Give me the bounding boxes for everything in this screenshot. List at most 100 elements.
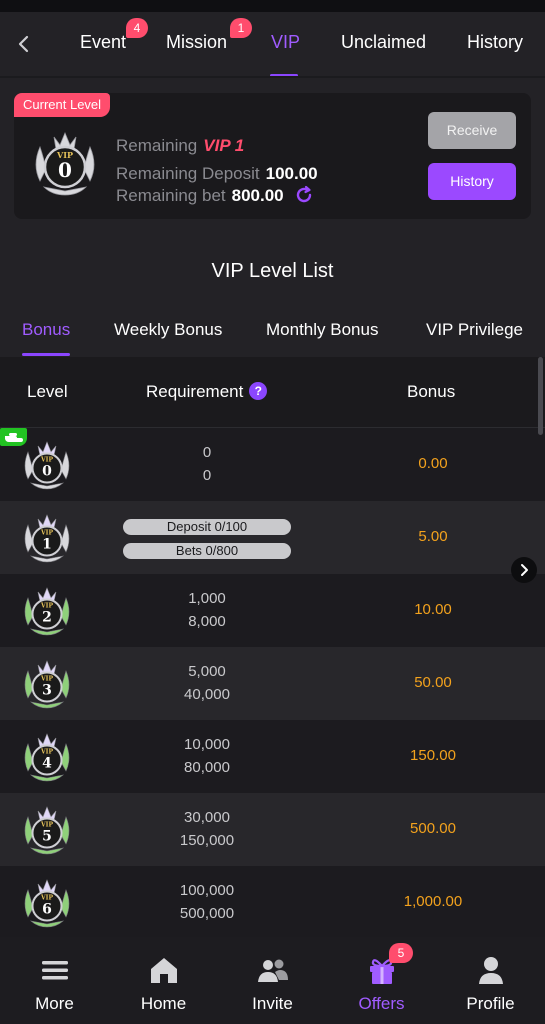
tab-mission-badge: 1 <box>230 18 252 38</box>
history-button[interactable]: History <box>428 163 516 200</box>
nav-offers[interactable]: 5 Offers <box>327 937 436 1024</box>
receive-button[interactable]: Receive <box>428 112 516 149</box>
deposit-requirement: 30,000 <box>184 809 230 826</box>
svg-text:VIP: VIP <box>40 603 53 610</box>
bonus-value: 0.00 <box>418 455 448 472</box>
people-icon <box>258 959 288 982</box>
bonus-value: 50.00 <box>414 674 452 691</box>
current-level-marker <box>0 428 27 446</box>
svg-text:VIP: VIP <box>40 822 53 829</box>
remaining-vip-value: VIP 1 <box>203 136 245 155</box>
table-row: VIP 1 Deposit 0/100 Bets 0/800 5.00 <box>0 501 545 574</box>
table-scrollbar[interactable] <box>538 357 543 435</box>
table-header: Level Requirement? Bonus <box>0 357 545 428</box>
bet-requirement: 40,000 <box>184 686 230 703</box>
table-row: VIP 4 10,000 80,000 150.00 <box>0 720 545 793</box>
bet-requirement: 0 <box>202 467 212 484</box>
svg-text:0: 0 <box>42 464 52 480</box>
bonus-value: 1,000.00 <box>403 893 463 910</box>
home-icon <box>151 958 177 983</box>
nav-home[interactable]: Home <box>109 937 218 1024</box>
tab-event-badge: 4 <box>126 18 148 38</box>
header-tabs: Event 4 Mission 1 VIP Unclaimed History <box>0 12 545 77</box>
header-divider <box>0 76 545 78</box>
nav-invite-label: Invite <box>252 994 293 1013</box>
svg-text:VIP: VIP <box>40 457 53 464</box>
deposit-requirement: 1,000 <box>188 590 226 607</box>
subtab-bonus[interactable]: Bonus <box>22 320 70 340</box>
tab-vip-label: VIP <box>271 32 301 52</box>
remaining-bet-label: Remaining bet <box>116 186 226 205</box>
deposit-requirement: 0 <box>202 444 212 461</box>
nav-offers-label: Offers <box>358 994 405 1013</box>
current-level-card: Current Level VIP 0 Remaining VIP 1 Remai… <box>14 93 531 219</box>
table-row: VIP 0 0 0 0.00 <box>0 428 545 501</box>
deposit-requirement: 100,000 <box>179 882 235 899</box>
table-row: VIP 3 5,000 40,000 50.00 <box>0 647 545 720</box>
vip-level-medal-icon: VIP 1 <box>24 514 70 563</box>
bet-requirement: 500,000 <box>179 905 235 922</box>
tab-unclaimed-label: Unclaimed <box>341 32 427 52</box>
menu-icon <box>42 961 68 980</box>
tab-vip[interactable]: VIP <box>271 32 300 53</box>
table-row: VIP 5 30,000 150,000 500.00 <box>0 793 545 866</box>
nav-home-label: Home <box>140 994 187 1013</box>
svg-text:VIP: VIP <box>40 530 53 537</box>
tab-history[interactable]: History <box>467 32 523 53</box>
vip-level-medal-icon: VIP 0 <box>24 441 70 490</box>
back-icon[interactable] <box>12 32 36 56</box>
vip-level-list-title: VIP Level List <box>211 260 334 282</box>
refresh-icon[interactable] <box>294 185 314 205</box>
status-strip <box>0 0 545 12</box>
svg-text:4: 4 <box>42 756 52 772</box>
deposit-requirement: 5,000 <box>188 663 226 680</box>
next-arrow-icon[interactable] <box>511 557 537 583</box>
help-icon[interactable]: ? <box>249 382 268 400</box>
bonus-value: 500.00 <box>410 820 456 837</box>
deposit-requirement: 10,000 <box>184 736 230 753</box>
svg-text:0: 0 <box>58 158 72 182</box>
remaining-vip-row: Remaining VIP 1 <box>116 136 244 156</box>
svg-text:3: 3 <box>42 683 52 699</box>
subtab-monthly-bonus[interactable]: Monthly Bonus <box>266 320 378 340</box>
profile-icon <box>479 957 503 984</box>
svg-text:VIP: VIP <box>40 895 53 902</box>
subtab-bonus-underline <box>22 353 70 356</box>
nav-profile[interactable]: Profile <box>436 937 545 1024</box>
bonus-value: 5.00 <box>418 528 448 545</box>
tab-mission[interactable]: Mission <box>166 32 227 53</box>
pointing-hand-icon <box>5 433 23 442</box>
bets-progress-pill: Bets 0/800 <box>123 543 291 559</box>
tab-mission-label: Mission <box>166 32 228 52</box>
vip-level-medal-icon: VIP 4 <box>24 733 70 782</box>
bonus-value: 10.00 <box>414 601 452 618</box>
subtab-vip-privilege[interactable]: VIP Privilege <box>426 320 523 340</box>
deposit-progress-pill: Deposit 0/100 <box>123 519 291 535</box>
bonus-value: 150.00 <box>410 747 456 764</box>
bet-requirement: 8,000 <box>188 613 226 630</box>
tab-event[interactable]: Event <box>80 32 126 53</box>
remaining-deposit-label: Remaining Deposit <box>116 164 260 183</box>
requirement-header-label: Requirement <box>146 382 244 401</box>
bet-requirement: 150,000 <box>179 832 235 849</box>
svg-text:1: 1 <box>42 537 52 553</box>
table-row: VIP 6 100,000 500,000 1,000.00 <box>0 866 545 939</box>
tab-unclaimed[interactable]: Unclaimed <box>341 32 426 53</box>
tab-history-label: History <box>467 32 524 52</box>
remaining-deposit-value: 100.00 <box>265 164 318 183</box>
bet-requirement: 80,000 <box>184 759 230 776</box>
remaining-bet-row: Remaining bet 800.00 <box>116 185 314 206</box>
requirement-column-header: Requirement? <box>146 382 268 402</box>
vip-level-medal-icon: VIP 5 <box>24 806 70 855</box>
svg-text:6: 6 <box>42 902 52 918</box>
nav-invite[interactable]: Invite <box>218 937 327 1024</box>
svg-text:VIP: VIP <box>40 676 53 683</box>
vip-medal-icon: VIP 0 <box>35 131 95 196</box>
table-row: VIP 2 1,000 8,000 10.00 <box>0 574 545 647</box>
subtab-weekly-bonus[interactable]: Weekly Bonus <box>114 320 222 340</box>
bottom-nav: More Home Invite 5 Offers Profile <box>0 937 545 1024</box>
svg-text:VIP: VIP <box>40 749 53 756</box>
nav-more[interactable]: More <box>0 937 109 1024</box>
level-column-header: Level <box>27 382 68 401</box>
svg-text:2: 2 <box>42 610 52 626</box>
